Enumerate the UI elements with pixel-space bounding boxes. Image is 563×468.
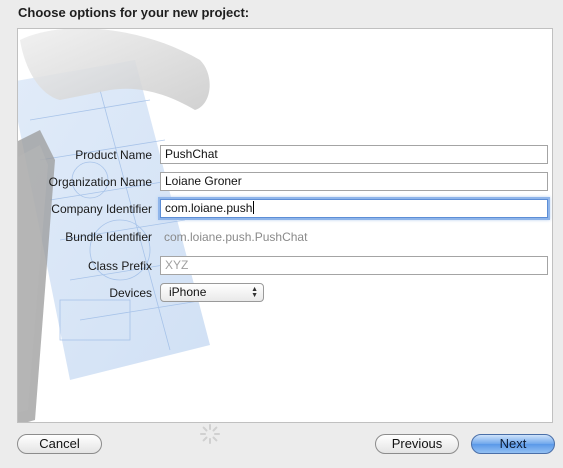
organization-name-label: Organization Name — [48, 175, 152, 189]
bundle-identifier-label: Bundle Identifier — [65, 230, 152, 244]
company-identifier-value: com.loiane.push — [165, 201, 253, 215]
text-cursor — [253, 201, 255, 214]
devices-selected-value: iPhone — [169, 285, 207, 299]
hammer-blueprint-icon — [18, 29, 210, 422]
devices-row: Devices iPhone ▲ ▼ — [18, 283, 552, 303]
progress-spinner-icon — [200, 424, 220, 444]
dialog-title: Choose options for your new project: — [18, 5, 250, 20]
bundle-identifier-value: com.loiane.push.PushChat — [164, 230, 308, 244]
company-identifier-field[interactable]: com.loiane.push — [160, 199, 548, 218]
updown-arrows-icon: ▲ ▼ — [251, 286, 258, 299]
organization-name-row: Organization Name Loiane Groner — [18, 172, 552, 192]
cancel-button[interactable]: Cancel — [17, 434, 102, 454]
product-name-label: Product Name — [75, 148, 152, 162]
devices-label: Devices — [109, 286, 152, 300]
class-prefix-field[interactable]: XYZ — [160, 256, 548, 275]
company-identifier-row: Company Identifier com.loiane.push — [18, 199, 552, 219]
options-panel: Product Name PushChat Organization Name … — [17, 28, 553, 423]
class-prefix-label: Class Prefix — [87, 259, 152, 273]
company-identifier-label: Company Identifier — [51, 202, 152, 216]
product-name-field[interactable]: PushChat — [160, 145, 548, 164]
product-name-row: Product Name PushChat — [18, 145, 552, 165]
devices-select[interactable]: iPhone ▲ ▼ — [160, 283, 264, 302]
bundle-identifier-row: Bundle Identifier com.loiane.push.PushCh… — [18, 227, 552, 247]
next-button[interactable]: Next — [471, 434, 555, 454]
previous-button[interactable]: Previous — [375, 434, 459, 454]
organization-name-field[interactable]: Loiane Groner — [160, 172, 548, 191]
class-prefix-row: Class Prefix XYZ — [18, 256, 552, 276]
